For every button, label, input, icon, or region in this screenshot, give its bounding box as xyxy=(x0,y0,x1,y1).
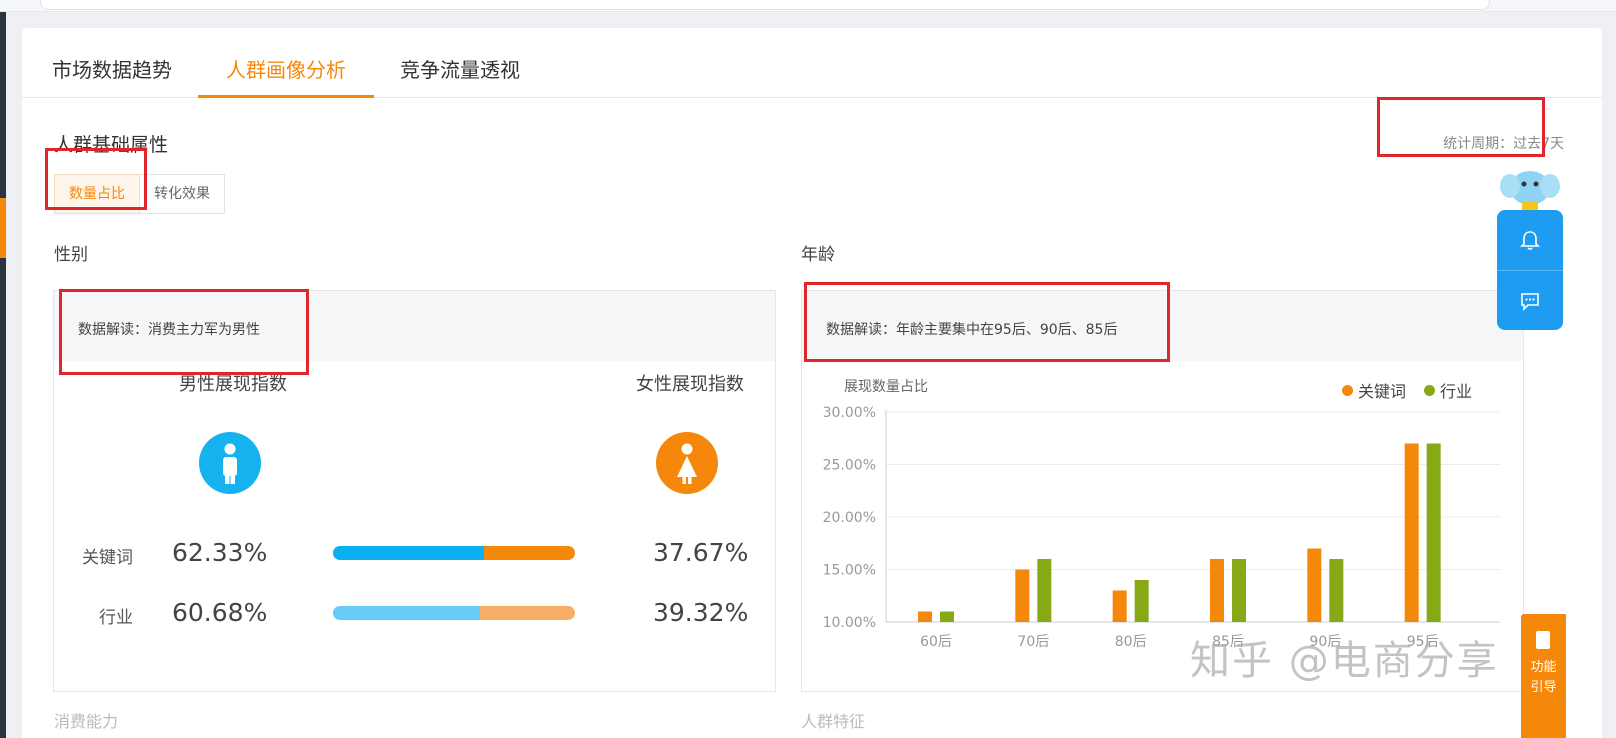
y-tick-label: 30.00% xyxy=(823,405,876,421)
keyword-female-fill xyxy=(483,546,575,560)
watermark: 知乎 @电商分享 xyxy=(1190,638,1499,684)
tab-market-trends[interactable]: 市场数据趋势 xyxy=(52,54,172,98)
x-tick-label: 80后 xyxy=(1115,634,1147,650)
bell-icon xyxy=(1520,231,1540,250)
bar-keyword xyxy=(1112,590,1127,622)
x-tick-label: 70后 xyxy=(1017,634,1049,650)
bar-industry xyxy=(1329,559,1344,622)
industry-female-pct: 39.32% xyxy=(653,598,749,627)
y-tick-label: 10.00% xyxy=(823,615,876,631)
female-icon xyxy=(656,432,718,494)
next-section-left: 消费能力 xyxy=(54,712,119,731)
bar-keyword xyxy=(918,611,932,622)
message-button[interactable] xyxy=(1497,270,1563,330)
age-interpretation: 数据解读：年龄主要集中在95后、90后、85后 xyxy=(802,291,1523,361)
gender-title: 性别 xyxy=(54,245,88,265)
industry-male-pct: 60.68% xyxy=(172,598,268,627)
industry-male-fill xyxy=(333,606,480,620)
bar-keyword xyxy=(1404,443,1419,622)
conversion-effect-button[interactable]: 转化效果 xyxy=(139,174,225,214)
bar-industry xyxy=(1134,580,1149,622)
quantity-share-button[interactable]: 数量占比 xyxy=(54,174,140,214)
guide-icon xyxy=(1536,631,1550,649)
bar-industry xyxy=(1037,559,1052,622)
male-index-label: 男性展现指数 xyxy=(179,374,287,395)
guide-label-line2: 引导 xyxy=(1530,680,1557,695)
industry-female-fill xyxy=(479,606,575,620)
guide-label-line1: 功能 xyxy=(1530,660,1557,675)
keyword-gender-bar xyxy=(333,546,575,560)
legend-keyword-swatch xyxy=(1342,384,1353,396)
bar-keyword xyxy=(1210,559,1224,622)
female-index-label: 女性展现指数 xyxy=(636,374,744,395)
bar-keyword xyxy=(1015,569,1030,622)
y-tick-label: 25.00% xyxy=(823,458,876,474)
tab-competition-traffic[interactable]: 竞争流量透视 xyxy=(400,54,520,98)
age-chart-title: 展现数量占比 xyxy=(844,379,928,395)
next-section-right: 人群特征 xyxy=(801,712,866,731)
age-title: 年龄 xyxy=(801,245,835,265)
stat-period: 统计周期：过去7天 xyxy=(1443,136,1564,152)
feature-guide-button[interactable]: 功能 引导 xyxy=(1521,614,1566,738)
y-tick-label: 15.00% xyxy=(823,563,876,579)
bar-keyword xyxy=(1307,548,1322,622)
bar-industry xyxy=(1232,559,1246,622)
tab-bar: 市场数据趋势 人群画像分析 竞争流量透视 xyxy=(22,28,1602,98)
gender-interpretation: 数据解读：消费主力军为男性 xyxy=(54,291,775,361)
section-title: 人群基础属性 xyxy=(54,134,169,156)
bar-industry xyxy=(940,611,954,622)
tab-audience-profile[interactable]: 人群画像分析 xyxy=(198,54,374,98)
keyword-row-label: 关键词 xyxy=(82,548,133,568)
age-bar-chart: 10.00%15.00%20.00%25.00%30.00%60后 70后 80后 8… xyxy=(823,405,1500,650)
browser-bar xyxy=(0,0,1616,12)
notification-button[interactable] xyxy=(1497,210,1563,270)
left-nav-rail xyxy=(0,12,6,738)
elephant-mascot-icon[interactable] xyxy=(1498,162,1562,214)
bar-industry xyxy=(1426,443,1441,622)
metric-toggle: 数量占比 转化效果 xyxy=(54,174,225,214)
x-tick-label: 60后 xyxy=(920,634,952,650)
industry-gender-bar xyxy=(333,606,575,620)
message-icon xyxy=(1521,292,1539,311)
keyword-male-pct: 62.33% xyxy=(172,538,268,567)
male-icon xyxy=(199,432,261,494)
keyword-male-fill xyxy=(333,546,484,560)
address-bar[interactable] xyxy=(40,0,1490,10)
y-tick-label: 20.00% xyxy=(823,510,876,526)
left-nav-active-marker xyxy=(0,198,6,258)
legend-industry-swatch xyxy=(1424,384,1436,396)
industry-row-label: 行业 xyxy=(99,608,133,628)
keyword-female-pct: 37.67% xyxy=(653,538,749,567)
